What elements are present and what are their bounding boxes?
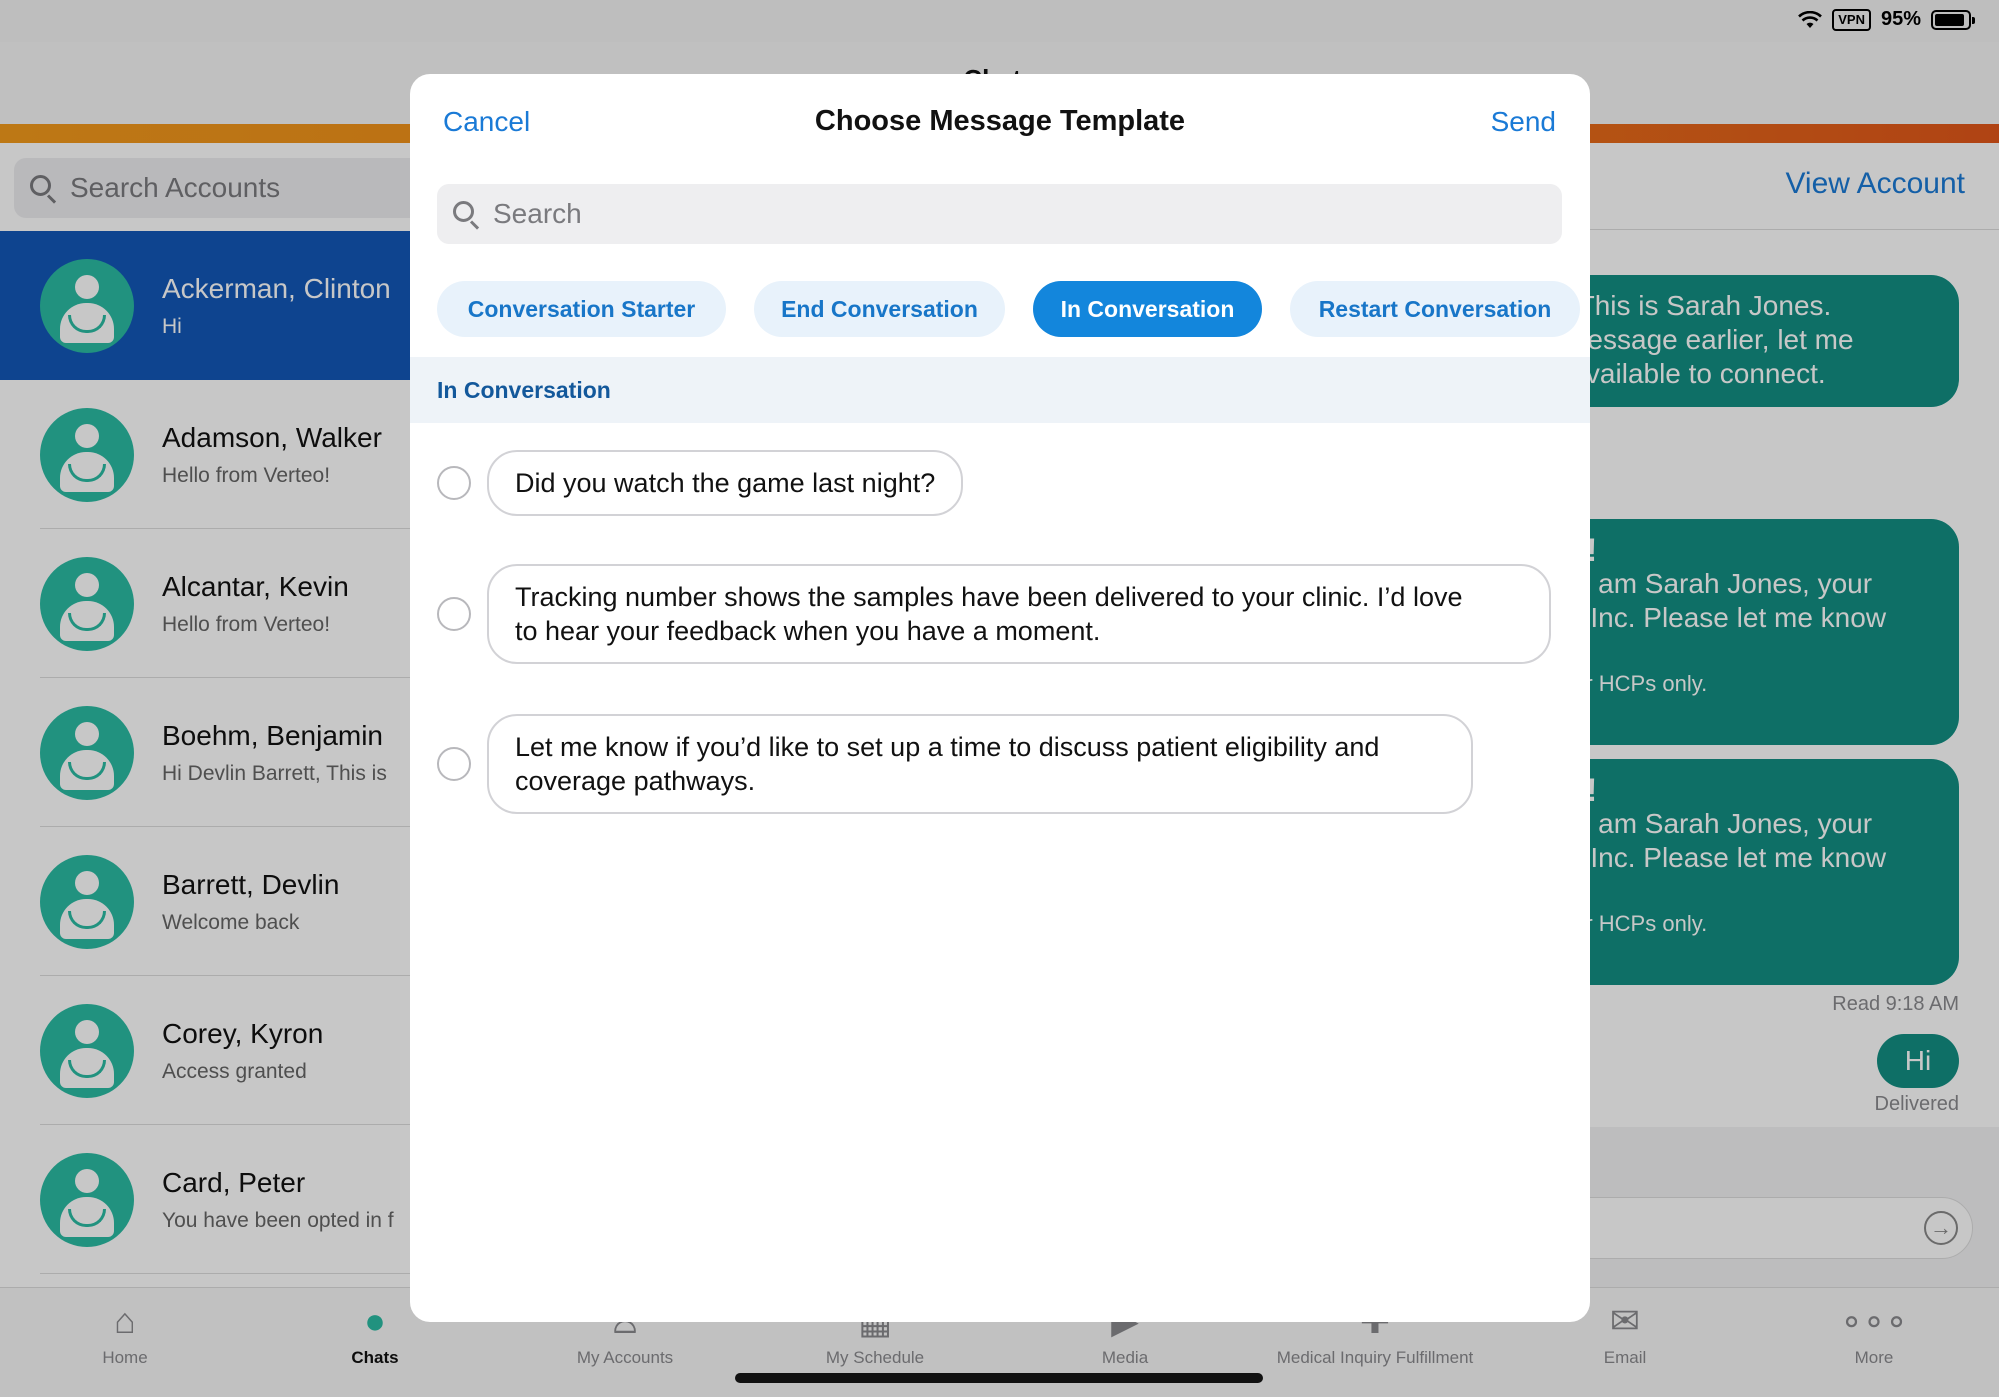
category-chips: Conversation Starter End Conversation In… [437, 281, 1580, 337]
template-line: Did you watch the game last night? [515, 468, 936, 498]
modal-title: Choose Message Template [814, 105, 1186, 137]
chip-restart-conversation[interactable]: Restart Conversation [1290, 281, 1580, 337]
search-icon [451, 199, 481, 230]
template-option[interactable]: Let me know if you’d like to set up a ti… [437, 714, 1473, 814]
chip-in-conversation[interactable]: In Conversation [1033, 281, 1262, 337]
radio-button[interactable] [437, 747, 471, 781]
template-search-placeholder: Search [493, 198, 582, 229]
template-line: Tracking number shows the samples have b… [515, 582, 1463, 612]
template-text[interactable]: Tracking number shows the samples have b… [487, 564, 1551, 664]
chip-conversation-starter[interactable]: Conversation Starter [437, 281, 726, 337]
template-search-input[interactable]: Search [437, 184, 1562, 244]
radio-button[interactable] [437, 466, 471, 500]
template-text[interactable]: Let me know if you’d like to set up a ti… [487, 714, 1473, 814]
template-line: coverage pathways. [515, 766, 756, 796]
message-template-modal: Cancel Choose Message Template Send Sear… [410, 74, 1590, 1322]
template-text[interactable]: Did you watch the game last night? [487, 450, 964, 516]
send-button[interactable]: Send [1491, 106, 1556, 138]
template-line: to hear your feedback when you have a mo… [515, 616, 1101, 646]
home-indicator [735, 1373, 1263, 1383]
chip-end-conversation[interactable]: End Conversation [754, 281, 1005, 337]
template-option[interactable]: Did you watch the game last night? [437, 450, 964, 516]
template-option[interactable]: Tracking number shows the samples have b… [437, 564, 1551, 664]
section-header: In Conversation [410, 357, 1590, 423]
template-line: Let me know if you’d like to set up a ti… [515, 732, 1380, 762]
radio-button[interactable] [437, 597, 471, 631]
